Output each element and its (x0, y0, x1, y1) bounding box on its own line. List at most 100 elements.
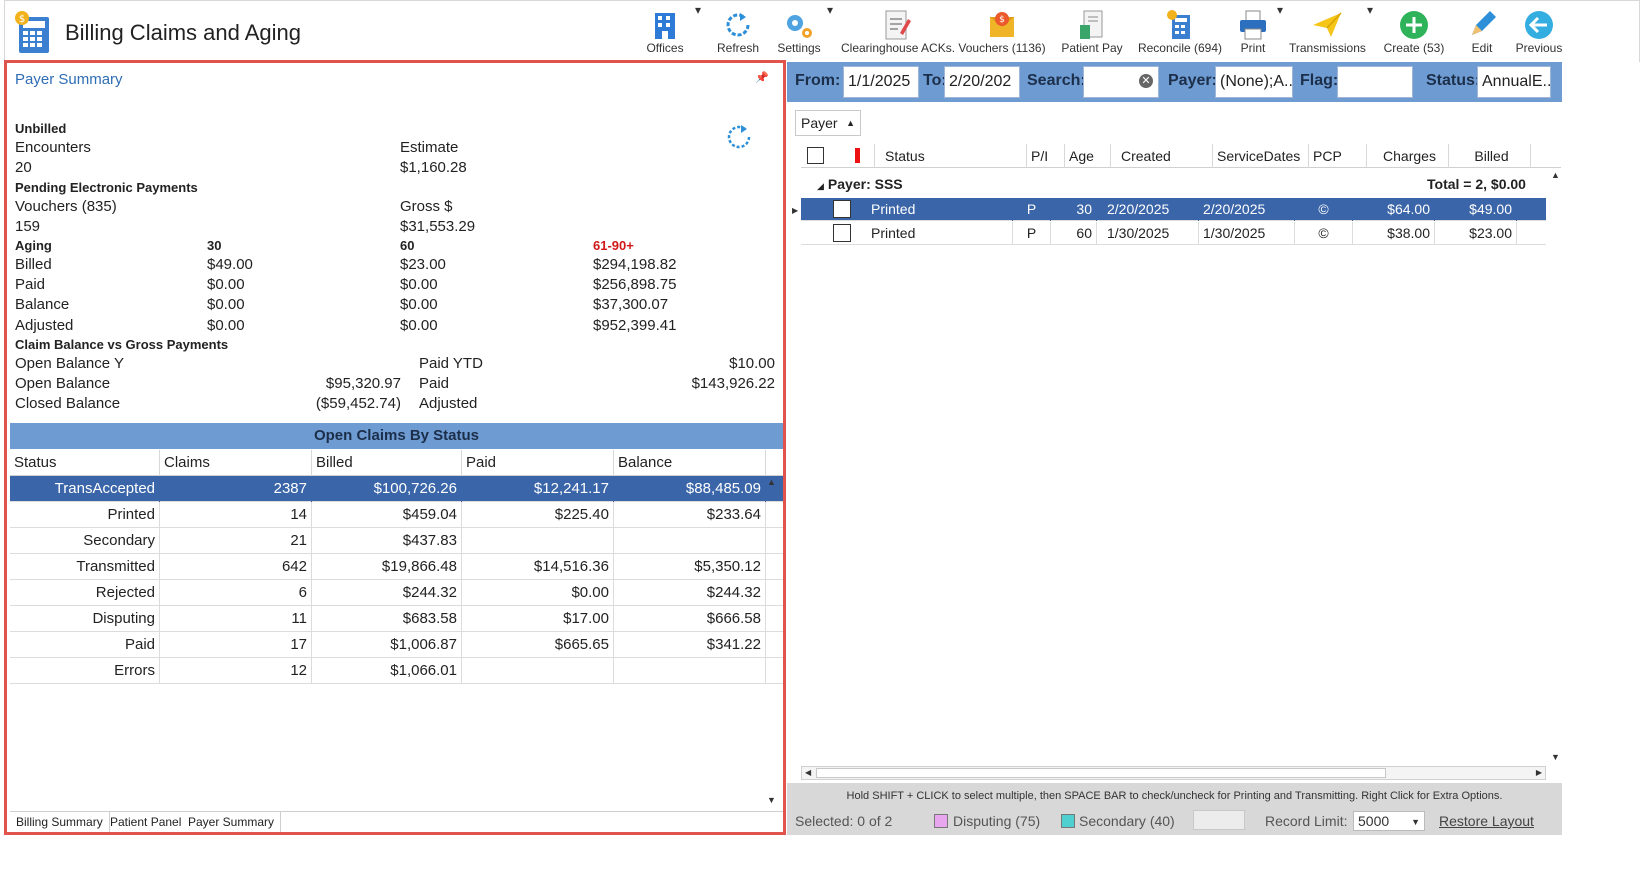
cell-created: 2/20/2025 (1103, 198, 1199, 221)
cell-status: Errors (10, 658, 160, 684)
aging-value: $0.00 (207, 276, 245, 293)
tab-payer-summary[interactable]: Payer Summary (182, 812, 282, 832)
reconcile-button[interactable]: Reconcile (694) (1135, 3, 1225, 61)
column-header-pi[interactable]: P/I (1027, 144, 1065, 168)
vouchers-icon: $ (990, 12, 1014, 37)
scroll-down-arrow-icon[interactable]: ▼ (1551, 752, 1560, 762)
cell-paid (462, 528, 614, 554)
create-button[interactable]: Create (53) (1383, 3, 1445, 61)
to-date-input[interactable]: 2/20/202 (944, 66, 1020, 98)
open-balance-label: Open Balance (15, 375, 111, 392)
group-by-payer-chip[interactable]: Payer ▲ (795, 110, 861, 136)
print-dropdown-arrow[interactable]: ▾ (1277, 3, 1283, 61)
group-title: Payer: SSS (827, 176, 903, 192)
gross-label: Gross $ (400, 198, 453, 215)
from-date-input[interactable]: 1/1/2025 (843, 66, 919, 98)
table-row[interactable]: Secondary 21 $437.83 (10, 528, 783, 554)
tab-billing-summary[interactable]: Billing Summary (10, 812, 110, 832)
column-header-paid[interactable]: Paid (462, 450, 614, 476)
cell-paid: $0.00 (462, 580, 614, 606)
table-row[interactable]: Printed 14 $459.04 $225.40 $233.64 (10, 502, 783, 528)
column-header-billed[interactable]: Billed (1449, 144, 1531, 168)
scroll-right-arrow-icon[interactable]: ▶ (1536, 767, 1542, 779)
secondary-swatch[interactable] (1061, 814, 1075, 828)
offices-dropdown-arrow[interactable]: ▾ (695, 3, 701, 61)
create-label: Create (53) (1383, 41, 1445, 55)
scrollbar-thumb[interactable] (816, 768, 1386, 778)
flag-select[interactable] (1337, 66, 1413, 98)
table-row[interactable]: Errors 12 $1,066.01 (10, 658, 783, 684)
refresh-button[interactable]: Refresh (713, 3, 763, 61)
transmissions-dropdown-arrow[interactable]: ▾ (1367, 3, 1373, 61)
table-row[interactable]: Disputing 11 $683.58 $17.00 $666.58 (10, 606, 783, 632)
column-header-charges[interactable]: Charges (1367, 144, 1449, 168)
pin-icon[interactable]: 📌 (755, 71, 769, 84)
aging-value: $0.00 (400, 276, 438, 293)
status-bar: Hold SHIFT + CLICK to select multiple, t… (787, 783, 1562, 835)
column-header-pcp[interactable]: PCP (1309, 144, 1367, 168)
table-row[interactable]: Paid 17 $1,006.87 $665.65 $341.22 (10, 632, 783, 658)
claim-row[interactable]: Printed P 60 1/30/2025 1/30/2025 © $38.00 $23.0… (801, 222, 1546, 245)
disputing-swatch[interactable] (934, 814, 948, 828)
clearinghouse-acks-button[interactable]: Clearinghouse ACKs. (841, 3, 955, 61)
secondary-count[interactable]: Secondary (40) (1079, 813, 1175, 829)
search-label: Search: (1027, 72, 1086, 89)
scroll-up-arrow-icon[interactable]: ▲ (1551, 170, 1560, 180)
previous-button[interactable]: Previous (1511, 3, 1567, 61)
column-header-billed[interactable]: Billed (312, 450, 462, 476)
column-header-claims[interactable]: Claims (160, 450, 312, 476)
offices-button[interactable]: Offices (637, 3, 693, 61)
select-all-checkbox[interactable] (807, 147, 824, 164)
settings-dropdown-arrow[interactable]: ▾ (827, 3, 833, 61)
cell-claims: 14 (160, 502, 312, 528)
column-header-balance[interactable]: Balance (614, 450, 766, 476)
table-row[interactable]: Rejected 6 $244.32 $0.00 $244.32 (10, 580, 783, 606)
horizontal-scrollbar[interactable]: ◀ ▶ (801, 766, 1546, 780)
open-claims-grid: Status Claims Billed Paid Balance TransA… (10, 450, 783, 684)
claim-row[interactable]: Printed P 30 2/20/2025 2/20/2025 © $64.00 $49.0… (801, 198, 1546, 221)
cell-status: Transmitted (10, 554, 160, 580)
aging-value: $294,198.82 (593, 256, 677, 273)
column-header-service-dates[interactable]: ServiceDates (1213, 144, 1309, 168)
column-header-age[interactable]: Age (1065, 144, 1111, 168)
column-header-status[interactable]: Status (10, 450, 160, 476)
cell-paid: $225.40 (462, 502, 614, 528)
scroll-up-arrow-icon[interactable]: ▲ (767, 477, 776, 487)
cell-billed: $683.58 (312, 606, 462, 632)
row-checkbox[interactable] (833, 224, 851, 242)
tab-patient-panel[interactable]: Patient Panel (104, 812, 189, 832)
cell-age: 60 (1051, 222, 1097, 245)
row-checkbox[interactable] (833, 200, 851, 218)
edit-button[interactable]: Edit (1457, 3, 1507, 61)
table-row[interactable]: TransAccepted 2387 $100,726.26 $12,241.17 $8… (10, 476, 783, 502)
aging-heading: Aging (15, 238, 52, 253)
vouchers-button[interactable]: $ Vouchers (1136) (955, 3, 1049, 61)
clear-search-icon[interactable]: ✕ (1139, 74, 1153, 88)
refresh-summary-icon[interactable] (723, 121, 755, 153)
column-header-status[interactable]: Status (881, 144, 1027, 168)
cell-claims: 21 (160, 528, 312, 554)
collapse-arrow-icon[interactable]: ◢ (817, 181, 824, 191)
aging-row-label: Paid (15, 276, 46, 293)
aging-row-label: Balance (15, 296, 70, 313)
scroll-down-arrow-icon[interactable]: ▼ (767, 795, 776, 805)
flag-column-header[interactable] (845, 144, 875, 168)
disputing-count[interactable]: Disputing (75) (953, 813, 1040, 829)
print-button[interactable]: Print (1231, 3, 1275, 61)
record-limit-select[interactable]: 5000 ▼ (1353, 811, 1425, 831)
cell-claims: 12 (160, 658, 312, 684)
cell-claims: 11 (160, 606, 312, 632)
column-header-created[interactable]: Created (1117, 144, 1213, 168)
restore-layout-link[interactable]: Restore Layout (1439, 813, 1534, 829)
arrow-left-circle-icon (1525, 11, 1553, 39)
transmissions-button[interactable]: Transmissions (1289, 3, 1366, 61)
reconcile-icon (1167, 10, 1190, 39)
patient-pay-button[interactable]: Patient Pay (1057, 3, 1127, 61)
flag-label: Flag: (1300, 72, 1339, 89)
settings-button[interactable]: Settings (771, 3, 827, 61)
group-row-payer[interactable]: ◢ Payer: SSS (817, 176, 903, 192)
status-select[interactable]: AnnualE... (1477, 66, 1551, 98)
table-row[interactable]: Transmitted 642 $19,866.48 $14,516.36 $5,350… (10, 554, 783, 580)
scroll-left-arrow-icon[interactable]: ◀ (805, 767, 811, 779)
payer-select[interactable]: (None);A... (1215, 66, 1293, 98)
